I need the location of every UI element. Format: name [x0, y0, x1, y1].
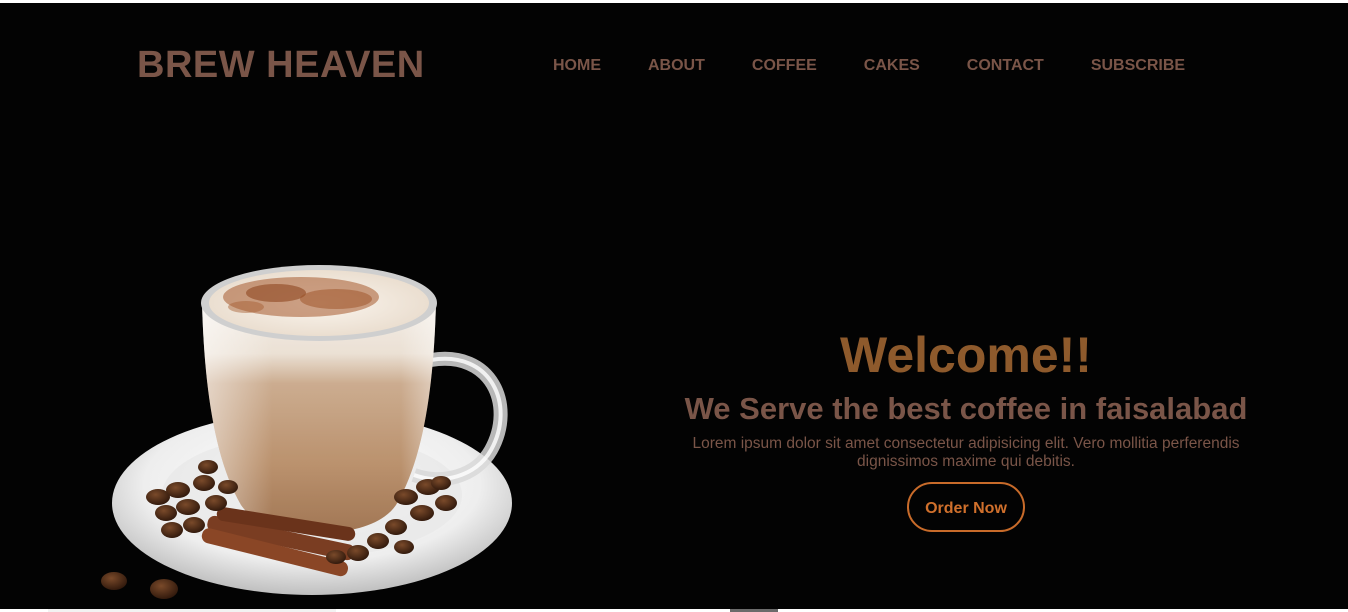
hero-title: Welcome!! [840, 327, 1092, 383]
nav-item-about[interactable]: ABOUT [648, 56, 705, 76]
nav-item-contact[interactable]: CONTACT [967, 56, 1044, 76]
nav-item-coffee[interactable]: COFFEE [752, 56, 817, 76]
hero-coffee-image [101, 265, 512, 599]
hero-description: Lorem ipsum dolor sit amet consectetur a… [692, 435, 1240, 470]
main-nav: HOME ABOUT COFFEE CAKES CONTACT SUBSCRIB… [553, 56, 1185, 76]
page: BREW HEAVEN HOME ABOUT COFFEE CAKES CONT… [0, 3, 1348, 609]
nav-item-cakes[interactable]: CAKES [864, 56, 920, 76]
nav-item-subscribe[interactable]: SUBSCRIBE [1091, 56, 1185, 76]
order-now-button[interactable]: Order Now [907, 482, 1025, 532]
brand-logo[interactable]: BREW HEAVEN [137, 43, 425, 87]
hero-subtitle: We Serve the best coffee in faisalabad [684, 391, 1248, 426]
hero-text: Welcome!! We Serve the best coffee in fa… [660, 325, 1272, 532]
nav-item-home[interactable]: HOME [553, 56, 601, 76]
